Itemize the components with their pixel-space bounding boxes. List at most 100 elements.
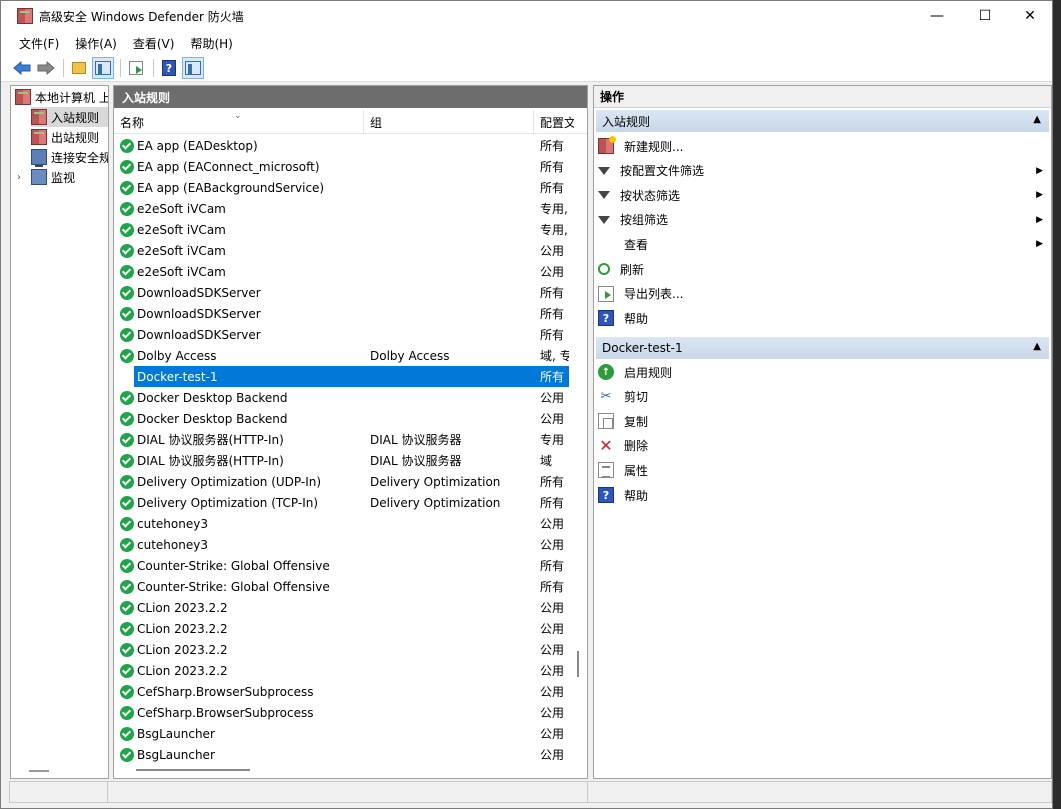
menu-file[interactable]: 文件(F) — [11, 35, 67, 52]
menu-action[interactable]: 操作(A) — [67, 35, 125, 52]
chevron-right-icon[interactable]: › — [17, 172, 27, 183]
table-row[interactable]: e2eSoft iVCam 公用 — [114, 261, 569, 282]
table-row[interactable]: CLion 2023.2.2 公用 — [114, 618, 569, 639]
table-row[interactable]: Delivery Optimization (UDP-In) Delivery O… — [114, 471, 569, 492]
table-row[interactable]: e2eSoft iVCam 专用, — [114, 198, 569, 219]
rule-name: Delivery Optimization (TCP-In) — [137, 495, 319, 510]
action-item[interactable]: ✕ 删除 — [598, 435, 1045, 457]
rule-name: BsgLauncher — [137, 747, 215, 762]
table-row[interactable]: CLion 2023.2.2 公用 — [114, 660, 569, 681]
tree-root[interactable]: 本地计算机 上 — [15, 87, 108, 107]
forward-icon[interactable] — [35, 57, 57, 79]
close-button[interactable]: ✕ — [1007, 1, 1053, 31]
table-row[interactable]: Docker Desktop Backend 公用 — [114, 408, 569, 429]
rule-name: e2eSoft iVCam — [137, 222, 226, 237]
tree-scrollbar[interactable] — [29, 770, 49, 772]
table-row[interactable]: DIAL 协议服务器(HTTP-In) DIAL 协议服务器 专用 — [114, 429, 569, 450]
help-icon[interactable]: ? — [158, 57, 180, 79]
action-item[interactable]: ? 帮助 — [598, 484, 1045, 506]
table-row[interactable]: Docker Desktop Backend 公用 — [114, 387, 569, 408]
action-item[interactable]: 刷新 — [598, 258, 1045, 280]
window-title: 高级安全 Windows Defender 防火墙 — [39, 9, 244, 24]
rule-name-cell: BsgLauncher — [120, 747, 215, 762]
monitor-icon — [31, 169, 47, 185]
menu-help[interactable]: 帮助(H) — [182, 35, 240, 52]
column-header-group[interactable]: 组 — [364, 110, 534, 134]
tree-item-connection-security[interactable]: 连接安全规 — [31, 147, 108, 167]
action-item[interactable]: 导出列表... — [598, 283, 1045, 305]
action-label: 剪切 — [624, 390, 649, 405]
table-row[interactable]: Docker-test-1 所有 — [114, 366, 569, 387]
table-row[interactable]: CLion 2023.2.2 公用 — [114, 639, 569, 660]
column-group-label: 组 — [370, 115, 383, 130]
column-header-profile[interactable]: 配置文 — [534, 110, 574, 134]
table-row[interactable]: DIAL 协议服务器(HTTP-In) DIAL 协议服务器 域 — [114, 450, 569, 471]
rule-profile: 专用, — [540, 202, 568, 216]
scrollbar-thumb[interactable] — [136, 769, 250, 771]
enabled-check-icon — [120, 684, 134, 699]
filter-icon — [598, 191, 610, 200]
maximize-button[interactable]: ☐ — [962, 1, 1008, 31]
collapse-icon[interactable]: ▲ — [1033, 341, 1041, 352]
table-row[interactable]: Dolby Access Dolby Access 域, 专 — [114, 345, 572, 366]
rule-name-cell: EA app (EABackgroundService) — [120, 180, 324, 195]
action-label: 新建规则... — [624, 139, 684, 154]
rule-name-cell: CefSharp.BrowserSubprocess — [120, 684, 314, 699]
action-item[interactable]: 按状态筛选 ▶ — [598, 184, 1045, 206]
horizontal-scrollbar[interactable] — [114, 762, 569, 778]
enabled-check-icon — [120, 474, 134, 489]
submenu-arrow-icon: ▶ — [1036, 165, 1043, 176]
actions-section-inbound[interactable]: 入站规则 ▲ — [596, 110, 1049, 132]
table-row[interactable]: BsgLauncher 公用 — [114, 723, 569, 744]
show-hide-pane-icon[interactable] — [92, 57, 114, 79]
enabled-check-icon — [120, 621, 134, 636]
back-icon[interactable] — [11, 57, 33, 79]
table-row[interactable]: EA app (EABackgroundService) 所有 — [114, 177, 569, 198]
table-row[interactable]: Counter-Strike: Global Offensive 所有 — [114, 576, 569, 597]
table-row[interactable]: Delivery Optimization (TCP-In) Delivery O… — [114, 492, 569, 513]
collapse-icon[interactable]: ▲ — [1033, 114, 1041, 125]
action-item[interactable]: ? 帮助 — [598, 307, 1045, 329]
show-action-pane-icon[interactable] — [182, 57, 204, 79]
table-row[interactable]: cutehoney3 公用 — [114, 534, 569, 555]
rule-name: Counter-Strike: Global Offensive — [137, 558, 330, 573]
table-row[interactable]: DownloadSDKServer 所有 — [114, 303, 569, 324]
export-icon[interactable] — [125, 57, 147, 79]
table-row[interactable]: DownloadSDKServer 所有 — [114, 324, 569, 345]
table-row[interactable]: EA app (EADesktop) 所有 — [114, 135, 569, 156]
rule-profile: 所有 — [540, 370, 565, 384]
action-item[interactable]: 新建规则... — [598, 135, 1045, 157]
action-item[interactable]: ✂ 剪切 — [598, 386, 1045, 408]
scrollbar-thumb[interactable] — [577, 651, 579, 677]
tree-item-monitoring[interactable]: › 监视 — [17, 167, 75, 187]
tree-item-label: 监视 — [51, 170, 76, 185]
table-row[interactable]: e2eSoft iVCam 专用, — [114, 219, 569, 240]
action-item[interactable]: 按组筛选 ▶ — [598, 209, 1045, 231]
tree-item-outbound-rules[interactable]: 出站规则 — [31, 127, 99, 147]
table-row[interactable]: e2eSoft iVCam 公用 — [114, 240, 569, 261]
minimize-button[interactable]: — — [914, 1, 960, 31]
rule-profile: 所有 — [540, 307, 565, 321]
table-row[interactable]: cutehoney3 公用 — [114, 513, 569, 534]
table-row[interactable]: EA app (EAConnect_microsoft) 所有 — [114, 156, 569, 177]
menu-view[interactable]: 查看(V) — [125, 35, 183, 52]
table-row[interactable]: CefSharp.BrowserSubprocess 公用 — [114, 681, 569, 702]
action-item[interactable]: 按配置文件筛选 ▶ — [598, 160, 1045, 182]
rule-name: EA app (EAConnect_microsoft) — [137, 159, 320, 174]
vertical-scrollbar[interactable] — [569, 135, 587, 762]
rule-profile: 专用, — [540, 223, 568, 237]
table-row[interactable]: CLion 2023.2.2 公用 — [114, 597, 569, 618]
rule-name: e2eSoft iVCam — [137, 243, 226, 258]
action-item[interactable]: 复制 — [598, 410, 1045, 432]
tree-item-inbound-rules[interactable]: 入站规则 — [31, 107, 108, 127]
up-folder-icon[interactable] — [68, 57, 90, 79]
rule-profile: 公用 — [540, 538, 565, 552]
table-row[interactable]: DownloadSDKServer 所有 — [114, 282, 569, 303]
table-row[interactable]: CefSharp.BrowserSubprocess 公用 — [114, 702, 569, 723]
rule-name-cell: CLion 2023.2.2 — [120, 600, 228, 615]
action-item[interactable]: 属性 — [598, 459, 1045, 481]
action-item[interactable]: 查看 ▶ — [598, 233, 1045, 255]
actions-section-selected-rule[interactable]: Docker-test-1 ▲ — [596, 337, 1049, 359]
action-item[interactable]: ↑ 启用规则 — [598, 361, 1045, 383]
table-row[interactable]: Counter-Strike: Global Offensive 所有 — [114, 555, 569, 576]
